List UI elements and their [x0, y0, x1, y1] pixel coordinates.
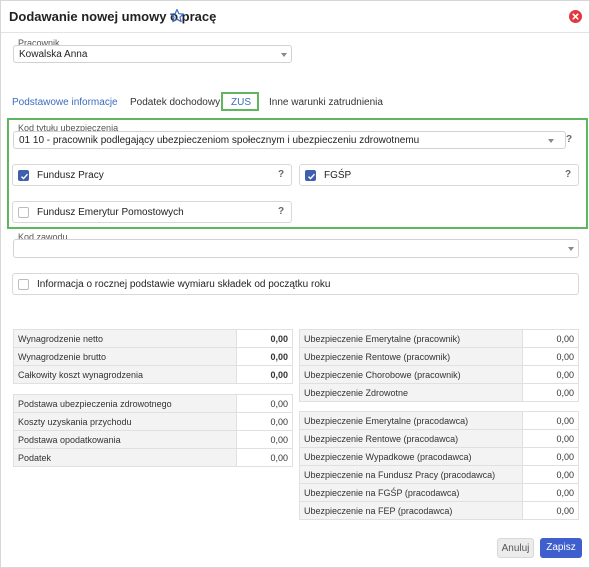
table-row: Ubezpieczenie Zdrowotne 0,00 [299, 383, 579, 402]
chevron-down-icon [568, 247, 574, 251]
summary-label: Ubezpieczenie Rentowe (pracownik) [299, 347, 523, 366]
summary-value: 0,00 [236, 394, 293, 413]
summary-label: Ubezpieczenie Chorobowe (pracownik) [299, 365, 523, 384]
table-row: Wynagrodzenie netto 0,00 [13, 329, 293, 348]
insurance-code-value: 01 10 - pracownik podlegający ubezpiecze… [19, 135, 420, 146]
fp-help-icon[interactable]: ? [278, 169, 284, 180]
summary-label: Wynagrodzenie brutto [13, 347, 237, 366]
dialog-title: Dodawanie nowej umowy o pracę [9, 9, 217, 24]
summary-value: 0,00 [522, 411, 579, 430]
summary-value: 0,00 [522, 329, 579, 348]
cancel-button[interactable]: Anuluj [497, 538, 534, 558]
summary-value: 0,00 [522, 429, 579, 448]
summary-label: Ubezpieczenie Rentowe (pracodawca) [299, 429, 523, 448]
tab-basic-info[interactable]: Podstawowe informacje [12, 97, 118, 108]
summary-label: Ubezpieczenie na FGŚP (pracodawca) [299, 483, 523, 502]
summary-value: 0,00 [522, 483, 579, 502]
summary-value: 0,00 [522, 465, 579, 484]
fp-label: Fundusz Pracy [37, 170, 104, 181]
summary-value: 0,00 [236, 347, 293, 366]
employee-value: Kowalska Anna [19, 49, 88, 60]
tab-zus[interactable]: ZUS [221, 92, 259, 111]
chevron-down-icon [548, 139, 554, 143]
chevron-down-icon [281, 53, 287, 57]
summary-label: Wynagrodzenie netto [13, 329, 237, 348]
table-row: Ubezpieczenie Rentowe (pracodawca) 0,00 [299, 429, 579, 448]
summary-label: Ubezpieczenie Emerytalne (pracodawca) [299, 411, 523, 430]
summary-value: 0,00 [522, 383, 579, 402]
save-button[interactable]: Zapisz [540, 538, 582, 558]
table-row: Ubezpieczenie na FEP (pracodawca) 0,00 [299, 501, 579, 520]
tab-other-conditions[interactable]: Inne warunki zatrudnienia [269, 97, 383, 108]
favorite-star-icon[interactable] [169, 8, 185, 24]
fp-checkbox-row[interactable]: Fundusz Pracy ? [12, 164, 292, 186]
summary-value: 0,00 [522, 347, 579, 366]
summary-value: 0,00 [236, 412, 293, 431]
insurance-code-help-icon[interactable]: ? [566, 134, 572, 145]
dialog-titlebar: Dodawanie nowej umowy o pracę [1, 1, 589, 33]
summary-value: 0,00 [236, 448, 293, 467]
summary-value: 0,00 [522, 365, 579, 384]
summary-value: 0,00 [236, 365, 293, 384]
summary-label: Całkowity koszt wynagrodzenia [13, 365, 237, 384]
profession-code-select[interactable] [13, 239, 579, 258]
tab-income-tax[interactable]: Podatek dochodowy [130, 97, 220, 108]
summary-label: Podstawa opodatkowania [13, 430, 237, 449]
summary-label: Ubezpieczenie Wypadkowe (pracodawca) [299, 447, 523, 466]
summary-employer-insurance-table: Ubezpieczenie Emerytalne (pracodawca) 0,… [299, 411, 579, 520]
summary-employee-insurance-table: Ubezpieczenie Emerytalne (pracownik) 0,0… [299, 329, 579, 402]
tab-zus-label: ZUS [231, 97, 251, 108]
table-row: Ubezpieczenie na FGŚP (pracodawca) 0,00 [299, 483, 579, 502]
summary-label: Koszty uzyskania przychodu [13, 412, 237, 431]
fep-label: Fundusz Emerytur Pomostowych [37, 207, 184, 218]
summary-label: Ubezpieczenie na FEP (pracodawca) [299, 501, 523, 520]
summary-value: 0,00 [522, 447, 579, 466]
fep-checkbox[interactable] [18, 207, 29, 218]
summary-value: 0,00 [236, 329, 293, 348]
summary-salary-table: Wynagrodzenie netto 0,00 Wynagrodzenie b… [13, 329, 293, 384]
fp-checkbox[interactable] [18, 170, 29, 181]
table-row: Całkowity koszt wynagrodzenia 0,00 [13, 365, 293, 384]
close-icon[interactable] [569, 10, 582, 23]
table-row: Ubezpieczenie na Fundusz Pracy (pracodaw… [299, 465, 579, 484]
fep-help-icon[interactable]: ? [278, 206, 284, 217]
annual-info-label: Informacja o rocznej podstawie wymiaru s… [37, 279, 331, 290]
contract-dialog: Dodawanie nowej umowy o pracę Pracownik … [0, 0, 590, 568]
fgsp-help-icon[interactable]: ? [565, 169, 571, 180]
summary-value: 0,00 [522, 501, 579, 520]
fgsp-label: FGŚP [324, 170, 352, 181]
table-row: Koszty uzyskania przychodu 0,00 [13, 412, 293, 431]
table-row: Podatek 0,00 [13, 448, 293, 467]
summary-label: Podatek [13, 448, 237, 467]
annual-info-checkbox-row[interactable]: Informacja o rocznej podstawie wymiaru s… [12, 273, 579, 295]
fgsp-checkbox-row[interactable]: FGŚP ? [299, 164, 579, 186]
employee-select[interactable]: Kowalska Anna [13, 45, 292, 63]
table-row: Ubezpieczenie Emerytalne (pracownik) 0,0… [299, 329, 579, 348]
fep-checkbox-row[interactable]: Fundusz Emerytur Pomostowych ? [12, 201, 292, 223]
summary-value: 0,00 [236, 430, 293, 449]
fgsp-checkbox[interactable] [305, 170, 316, 181]
summary-tax-table: Podstawa ubezpieczenia zdrowotnego 0,00 … [13, 394, 293, 467]
table-row: Wynagrodzenie brutto 0,00 [13, 347, 293, 366]
table-row: Ubezpieczenie Emerytalne (pracodawca) 0,… [299, 411, 579, 430]
summary-label: Ubezpieczenie Zdrowotne [299, 383, 523, 402]
table-row: Podstawa opodatkowania 0,00 [13, 430, 293, 449]
table-row: Ubezpieczenie Wypadkowe (pracodawca) 0,0… [299, 447, 579, 466]
table-row: Podstawa ubezpieczenia zdrowotnego 0,00 [13, 394, 293, 413]
table-row: Ubezpieczenie Rentowe (pracownik) 0,00 [299, 347, 579, 366]
summary-label: Ubezpieczenie na Fundusz Pracy (pracodaw… [299, 465, 523, 484]
summary-label: Podstawa ubezpieczenia zdrowotnego [13, 394, 237, 413]
insurance-code-select[interactable]: 01 10 - pracownik podlegający ubezpiecze… [13, 131, 566, 149]
annual-info-checkbox[interactable] [18, 279, 29, 290]
table-row: Ubezpieczenie Chorobowe (pracownik) 0,00 [299, 365, 579, 384]
summary-label: Ubezpieczenie Emerytalne (pracownik) [299, 329, 523, 348]
